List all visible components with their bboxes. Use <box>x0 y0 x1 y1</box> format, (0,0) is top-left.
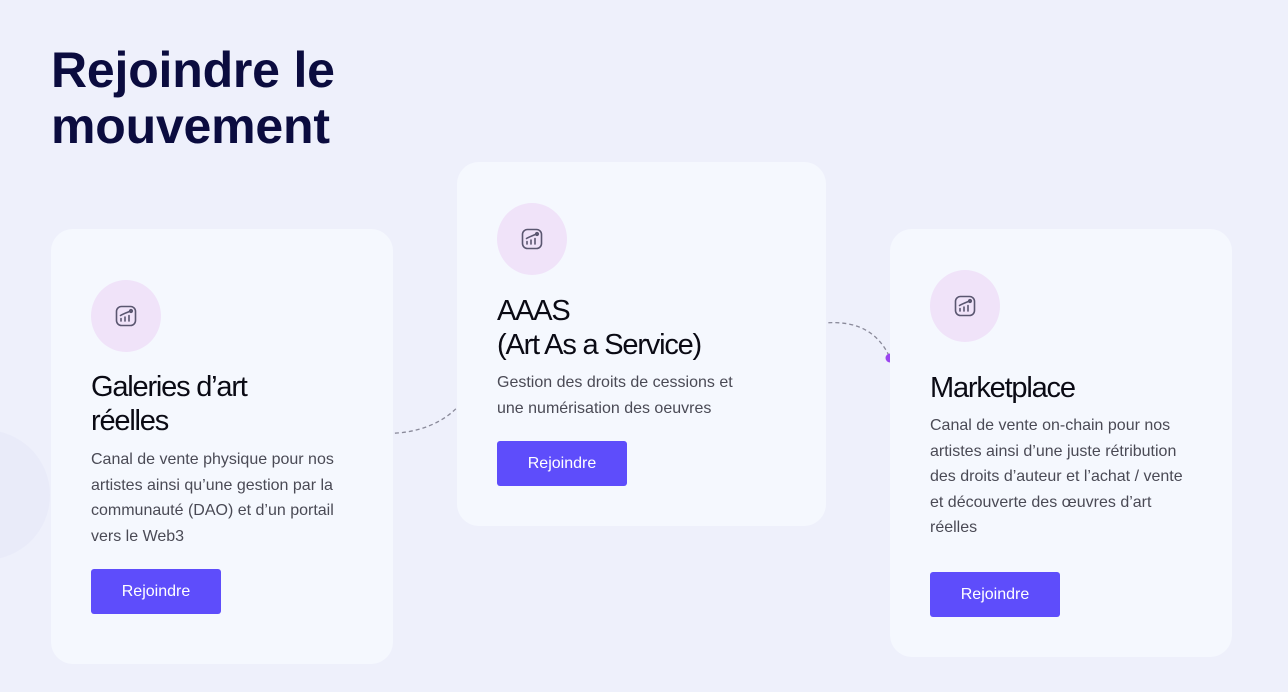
card-icon-badge <box>91 280 161 352</box>
card-title-line-2: réelles <box>91 405 169 437</box>
card-title: Galeries d’art réelles <box>91 370 351 438</box>
chart-growth-icon <box>954 295 976 317</box>
card-description: Canal de vente physique pour nos artiste… <box>91 451 334 545</box>
card-title-line-1: AAAS <box>497 295 571 327</box>
chart-growth-icon <box>521 228 543 250</box>
card-title: Marketplace <box>930 371 1190 405</box>
join-button[interactable]: Rejoindre <box>91 569 221 614</box>
card-title-line-1: Galeries d’art <box>91 371 248 403</box>
join-button[interactable]: Rejoindre <box>930 572 1060 617</box>
card-title-line-2: (Art As a Service) <box>497 329 702 361</box>
card-icon-badge <box>930 270 1000 342</box>
card-galeries: Galeries d’art réelles Canal de vente ph… <box>51 229 393 664</box>
card-marketplace: Marketplace Canal de vente on-chain pour… <box>890 229 1232 657</box>
chart-growth-icon <box>115 305 137 327</box>
card-icon-badge <box>497 203 567 275</box>
card-aaas: AAAS (Art As a Service) Gestion des droi… <box>457 162 826 526</box>
card-description: Gestion des droits de cessions et une nu… <box>497 374 733 417</box>
page: Rejoindre le mouvement Galeries d’art ré… <box>0 0 1288 692</box>
card-description: Canal de vente on-chain pour nos artiste… <box>930 417 1183 537</box>
join-button[interactable]: Rejoindre <box>497 441 627 486</box>
card-title: AAAS (Art As a Service) <box>497 294 797 362</box>
card-title-line-1: Marketplace <box>930 372 1076 404</box>
